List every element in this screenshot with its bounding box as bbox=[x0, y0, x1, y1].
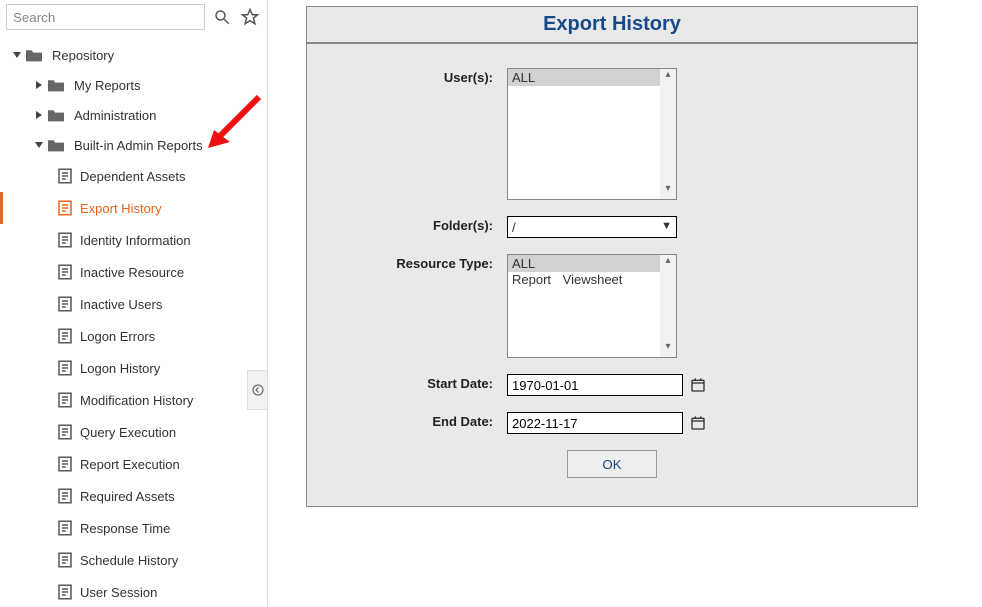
report-item[interactable]: Query Execution bbox=[0, 416, 267, 448]
repository-tree: Repository My Reports Administration Bui… bbox=[0, 36, 267, 607]
chevron-down-icon bbox=[12, 50, 24, 60]
report-item-label: Response Time bbox=[80, 521, 170, 536]
report-icon bbox=[56, 359, 80, 377]
tree-root-repository[interactable]: Repository bbox=[0, 40, 267, 70]
active-indicator bbox=[0, 192, 3, 224]
calendar-icon[interactable] bbox=[689, 414, 707, 432]
report-icon bbox=[56, 295, 80, 313]
end-date-input[interactable] bbox=[507, 412, 683, 434]
folders-value: / bbox=[512, 220, 516, 235]
export-history-panel: Export History User(s): ALL ▴▾ Folder(s)… bbox=[306, 6, 918, 507]
report-icon bbox=[56, 167, 80, 185]
report-item[interactable]: Inactive Resource bbox=[0, 256, 267, 288]
folder-icon bbox=[46, 137, 74, 153]
report-item-label: Inactive Resource bbox=[80, 265, 184, 280]
sidebar-collapse-button[interactable] bbox=[247, 370, 267, 410]
tree-folder-builtin-admin-reports[interactable]: Built-in Admin Reports bbox=[0, 130, 267, 160]
favorite-icon[interactable] bbox=[239, 6, 261, 28]
tree-label: My Reports bbox=[74, 78, 140, 93]
users-label: User(s): bbox=[347, 68, 507, 200]
report-icon bbox=[56, 583, 80, 601]
report-item-label: Required Assets bbox=[80, 489, 175, 504]
scrollbar[interactable]: ▴▾ bbox=[660, 255, 676, 357]
report-item-label: Export History bbox=[80, 201, 162, 216]
panel-title: Export History bbox=[307, 7, 917, 44]
report-item[interactable]: Logon History bbox=[0, 352, 267, 384]
report-item[interactable]: Export History bbox=[0, 192, 267, 224]
report-item-label: Logon History bbox=[80, 361, 160, 376]
report-icon bbox=[56, 391, 80, 409]
resource-type-listbox[interactable]: ALL Report Viewsheet ▴▾ bbox=[507, 254, 677, 358]
end-date-label: End Date: bbox=[347, 412, 507, 434]
tree-label: Administration bbox=[74, 108, 156, 123]
report-item-label: Report Execution bbox=[80, 457, 180, 472]
resource-type-label: Resource Type: bbox=[347, 254, 507, 358]
report-item-label: Inactive Users bbox=[80, 297, 162, 312]
report-item-label: Query Execution bbox=[80, 425, 176, 440]
chevron-down-icon bbox=[34, 140, 46, 150]
report-item-label: Dependent Assets bbox=[80, 169, 186, 184]
start-date-input[interactable] bbox=[507, 374, 683, 396]
report-item-label: Identity Information bbox=[80, 233, 191, 248]
report-item[interactable]: Response Time bbox=[0, 512, 267, 544]
report-item[interactable]: Report Execution bbox=[0, 448, 267, 480]
report-item[interactable]: Required Assets bbox=[0, 480, 267, 512]
folders-label: Folder(s): bbox=[347, 216, 507, 238]
report-icon bbox=[56, 199, 80, 217]
resource-type-option[interactable]: Viewsheet bbox=[559, 272, 627, 287]
resource-type-option[interactable]: ALL bbox=[508, 255, 676, 272]
tree-folder-administration[interactable]: Administration bbox=[0, 100, 267, 130]
report-item-label: Modification History bbox=[80, 393, 193, 408]
report-item[interactable]: Modification History bbox=[0, 384, 267, 416]
folder-icon bbox=[24, 47, 52, 63]
scrollbar[interactable]: ▴▾ bbox=[660, 69, 676, 199]
users-listbox[interactable]: ALL ▴▾ bbox=[507, 68, 677, 200]
tree-label: Repository bbox=[52, 48, 114, 63]
report-icon bbox=[56, 487, 80, 505]
report-icon bbox=[56, 551, 80, 569]
report-item[interactable]: User Session bbox=[0, 576, 267, 607]
report-item[interactable]: Identity Information bbox=[0, 224, 267, 256]
search-icon[interactable] bbox=[211, 6, 233, 28]
report-icon bbox=[56, 423, 80, 441]
start-date-label: Start Date: bbox=[347, 374, 507, 396]
report-item-label: Schedule History bbox=[80, 553, 178, 568]
report-item[interactable]: Logon Errors bbox=[0, 320, 267, 352]
report-icon bbox=[56, 519, 80, 537]
report-icon bbox=[56, 455, 80, 473]
tree-label: Built-in Admin Reports bbox=[74, 138, 203, 153]
report-item[interactable]: Dependent Assets bbox=[0, 160, 267, 192]
users-option-selected[interactable]: ALL bbox=[508, 69, 676, 86]
report-item-label: User Session bbox=[80, 585, 157, 600]
ok-button[interactable]: OK bbox=[567, 450, 657, 478]
report-item-label: Logon Errors bbox=[80, 329, 155, 344]
report-item[interactable]: Inactive Users bbox=[0, 288, 267, 320]
folder-icon bbox=[46, 77, 74, 93]
resource-type-option[interactable]: Report bbox=[508, 272, 555, 287]
chevron-down-icon: ▼ bbox=[661, 220, 672, 232]
chevron-right-icon bbox=[34, 110, 46, 120]
search-input[interactable] bbox=[6, 4, 205, 30]
folder-icon bbox=[46, 107, 74, 123]
report-icon bbox=[56, 263, 80, 281]
tree-folder-my-reports[interactable]: My Reports bbox=[0, 70, 267, 100]
calendar-icon[interactable] bbox=[689, 376, 707, 394]
chevron-right-icon bbox=[34, 80, 46, 90]
report-icon bbox=[56, 327, 80, 345]
folders-combobox[interactable]: / ▼ bbox=[507, 216, 677, 238]
report-icon bbox=[56, 231, 80, 249]
report-item[interactable]: Schedule History bbox=[0, 544, 267, 576]
